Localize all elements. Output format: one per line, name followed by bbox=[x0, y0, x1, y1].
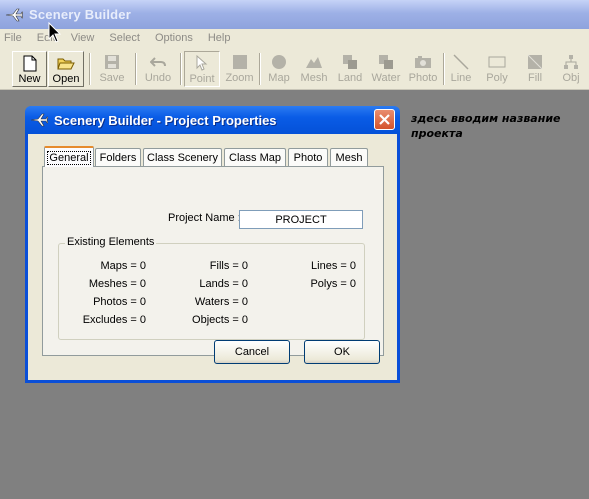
undo-icon bbox=[149, 53, 167, 71]
tab-photo[interactable]: Photo bbox=[288, 148, 328, 166]
tab-panel-general: Project Name : Existing Elements Maps = … bbox=[42, 166, 384, 356]
toolbar-save-label: Save bbox=[99, 72, 125, 84]
toolbar-separator bbox=[443, 53, 445, 85]
toolbar-separator bbox=[180, 53, 182, 85]
stat-maps: Maps = 0 bbox=[100, 260, 146, 272]
toolbar-photo-button[interactable]: Photo bbox=[405, 51, 441, 87]
fill-icon bbox=[526, 53, 544, 71]
stat-photos: Photos = 0 bbox=[93, 296, 146, 308]
annotation-text: здесь вводим название проекта bbox=[411, 112, 561, 140]
project-name-label: Project Name : bbox=[168, 212, 241, 224]
toolbar-land-label: Land bbox=[337, 72, 363, 84]
toolbar-water-label: Water bbox=[371, 72, 401, 84]
toolbar-poly-label: Poly bbox=[486, 72, 508, 84]
toolbar-fill-label: Fill bbox=[527, 72, 543, 84]
land-icon bbox=[341, 53, 359, 71]
toolbar-undo-label: Undo bbox=[144, 72, 172, 84]
menu-select[interactable]: Select bbox=[109, 32, 140, 44]
ok-button[interactable]: OK bbox=[304, 340, 380, 364]
airplane-icon bbox=[30, 113, 48, 127]
stat-meshes: Meshes = 0 bbox=[88, 278, 146, 290]
project-name-input[interactable] bbox=[239, 210, 363, 229]
toolbar-separator bbox=[89, 53, 91, 85]
toolbar-land-button[interactable]: Land bbox=[333, 51, 367, 87]
toolbar: New Open Save Undo Point Zoom Map Mesh L… bbox=[0, 47, 589, 90]
project-properties-dialog: Scenery Builder - Project Properties Pro… bbox=[25, 106, 400, 383]
photo-icon bbox=[414, 53, 432, 71]
toolbar-zoom-label: Zoom bbox=[225, 72, 254, 84]
app-titlebar[interactable]: Scenery Builder bbox=[0, 0, 589, 29]
stat-waters: Waters = 0 bbox=[194, 296, 248, 308]
tab-general[interactable]: General bbox=[44, 146, 94, 167]
tab-mesh[interactable]: Mesh bbox=[330, 148, 368, 166]
menu-file[interactable]: File bbox=[4, 32, 22, 44]
tab-class-map-label: Class Map bbox=[229, 151, 281, 164]
tab-folders-label: Folders bbox=[99, 151, 137, 164]
toolbar-zoom-button[interactable]: Zoom bbox=[222, 51, 257, 87]
zoom-icon bbox=[231, 53, 249, 71]
tab-class-map[interactable]: Class Map bbox=[224, 148, 286, 166]
cancel-button[interactable]: Cancel bbox=[214, 340, 290, 364]
tab-class-scenery-label: Class Scenery bbox=[147, 151, 218, 164]
toolbar-poly-button[interactable]: Poly bbox=[482, 51, 512, 87]
toolbar-map-label: Map bbox=[268, 72, 290, 84]
save-icon bbox=[103, 53, 121, 71]
tab-general-label: General bbox=[47, 150, 91, 165]
toolbar-separator bbox=[259, 53, 261, 85]
pointer-icon bbox=[193, 54, 211, 72]
map-icon bbox=[270, 53, 288, 71]
toolbar-open-button[interactable]: Open bbox=[48, 51, 84, 87]
toolbar-new-button[interactable]: New bbox=[12, 51, 47, 87]
existing-elements-group: Existing Elements Maps = 0 Fills = 0 Lin… bbox=[58, 236, 365, 340]
app-title: Scenery Builder bbox=[29, 7, 131, 22]
poly-icon bbox=[488, 53, 506, 71]
toolbar-new-label: New bbox=[18, 73, 41, 85]
toolbar-obj-label: Obj bbox=[562, 72, 580, 84]
stat-objects: Objects = 0 bbox=[192, 314, 248, 326]
stat-polys: Polys = 0 bbox=[310, 278, 356, 290]
toolbar-open-label: Open bbox=[52, 73, 80, 85]
toolbar-mesh-label: Mesh bbox=[300, 72, 328, 84]
menu-help[interactable]: Help bbox=[208, 32, 231, 44]
close-button[interactable] bbox=[374, 109, 395, 130]
toolbar-save-button[interactable]: Save bbox=[94, 51, 130, 87]
stat-fills: Fills = 0 bbox=[209, 260, 248, 272]
toolbar-line-button[interactable]: Line bbox=[446, 51, 476, 87]
open-folder-icon bbox=[57, 54, 75, 72]
existing-elements-label: Existing Elements bbox=[65, 236, 157, 248]
line-icon bbox=[452, 53, 470, 71]
tab-folders[interactable]: Folders bbox=[95, 148, 141, 166]
water-icon bbox=[377, 53, 395, 71]
menu-view[interactable]: View bbox=[71, 32, 95, 44]
toolbar-obj-button[interactable]: Obj bbox=[556, 51, 586, 87]
close-icon bbox=[379, 114, 390, 125]
toolbar-point-button[interactable]: Point bbox=[184, 51, 220, 87]
stat-lines: Lines = 0 bbox=[311, 260, 356, 272]
new-file-icon bbox=[21, 54, 39, 72]
toolbar-photo-label: Photo bbox=[408, 72, 438, 84]
toolbar-point-label: Point bbox=[189, 73, 215, 85]
toolbar-water-button[interactable]: Water bbox=[369, 51, 403, 87]
dialog-titlebar[interactable]: Scenery Builder - Project Properties bbox=[25, 106, 400, 134]
tab-class-scenery[interactable]: Class Scenery bbox=[143, 148, 222, 166]
toolbar-separator bbox=[135, 53, 137, 85]
toolbar-line-label: Line bbox=[450, 72, 472, 84]
stat-excludes: Excludes = 0 bbox=[82, 314, 146, 326]
airplane-icon bbox=[5, 8, 23, 21]
menu-options[interactable]: Options bbox=[155, 32, 193, 44]
tab-photo-label: Photo bbox=[293, 151, 323, 164]
object-icon bbox=[562, 53, 580, 71]
toolbar-mesh-button[interactable]: Mesh bbox=[297, 51, 331, 87]
menu-bar: File Edit View Select Options Help bbox=[0, 29, 589, 47]
mesh-icon bbox=[305, 53, 323, 71]
toolbar-undo-button[interactable]: Undo bbox=[140, 51, 176, 87]
stat-lands: Lands = 0 bbox=[199, 278, 248, 290]
toolbar-fill-button[interactable]: Fill bbox=[520, 51, 550, 87]
toolbar-map-button[interactable]: Map bbox=[262, 51, 296, 87]
dialog-title: Scenery Builder - Project Properties bbox=[54, 112, 277, 128]
mouse-cursor-icon bbox=[48, 22, 62, 43]
tab-mesh-label: Mesh bbox=[335, 151, 363, 164]
dialog-body: Project Name : Existing Elements Maps = … bbox=[28, 134, 397, 380]
